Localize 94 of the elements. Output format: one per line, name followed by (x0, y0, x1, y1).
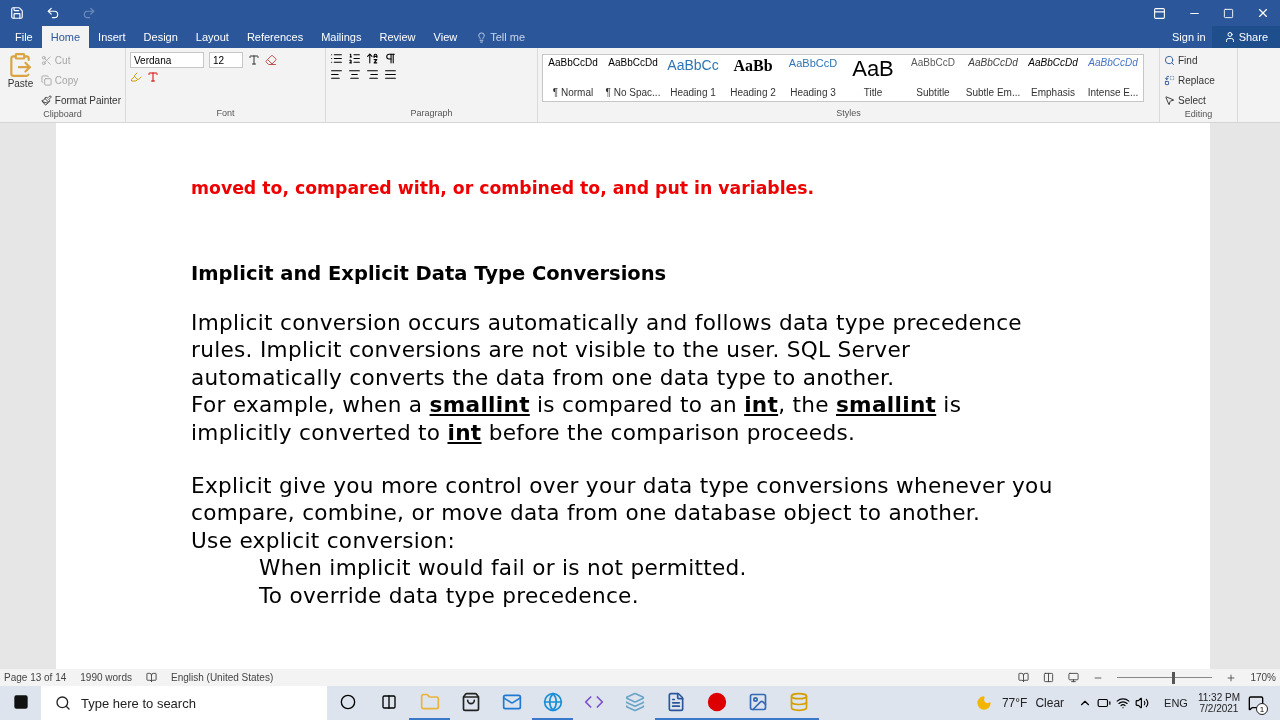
weather-text[interactable]: Clear (1035, 696, 1065, 710)
find-button[interactable]: Find (1164, 52, 1215, 69)
document-heading: Implicit and Explicit Data Type Conversions (191, 262, 667, 285)
ribbon-tab[interactable]: Insert (89, 26, 135, 48)
align-center-icon[interactable] (348, 68, 361, 81)
ribbon-tab[interactable]: Layout (186, 26, 238, 48)
group-label: Paragraph (409, 108, 454, 120)
style-item[interactable]: AaBbCcDd Emphasis (1023, 55, 1083, 101)
language-indicator[interactable]: English (United States) (171, 672, 274, 683)
restore-icon[interactable] (1223, 7, 1234, 19)
pilcrow-icon[interactable] (384, 52, 397, 65)
search-icon (1164, 55, 1175, 66)
paintbrush-icon (40, 95, 52, 106)
text-line: compare, combine, or move data from one database object to another. (191, 499, 981, 527)
clipboard-button[interactable]: Format Painter (40, 92, 121, 109)
record-icon[interactable] (706, 692, 727, 712)
scissors-icon (40, 55, 52, 66)
pointer-icon (1164, 95, 1175, 106)
bag-icon[interactable] (460, 692, 481, 712)
text-line: rules. Implicit conversions are not visible to the user. SQL Server (191, 336, 911, 364)
sign-in-link[interactable]: Sign in (1166, 26, 1212, 48)
close-icon[interactable] (1256, 6, 1270, 20)
align-right-icon[interactable] (366, 68, 379, 81)
style-item[interactable]: AaBb Heading 2 (723, 55, 783, 101)
notification-count: 1 (1256, 703, 1268, 715)
numbering-icon[interactable] (348, 52, 361, 65)
ribbon-display-icon[interactable] (1153, 6, 1166, 20)
text-line: implicitly converted to int before the comparison proceeds. (191, 418, 856, 447)
font-size-field[interactable]: 12 (209, 52, 243, 68)
zoom-level[interactable]: 170% (1250, 672, 1276, 683)
word-count[interactable]: 1990 words (80, 672, 132, 683)
group-label: Styles (835, 108, 862, 120)
ribbon-tab[interactable]: Review (370, 26, 425, 48)
clock-date[interactable]: 7/2/2021 (1199, 703, 1239, 714)
person-icon (1223, 31, 1236, 43)
text-line: To override data type precedence. (259, 581, 639, 610)
notifications-icon[interactable] (1248, 695, 1264, 711)
group-label: Font (215, 108, 236, 120)
ribbon-tab[interactable]: File (6, 26, 42, 48)
font-color-icon[interactable] (147, 71, 159, 83)
style-item[interactable]: AaBbCcDd ¶ No Spac... (603, 55, 663, 101)
clock-time[interactable]: 11:32 PM (1197, 692, 1240, 703)
grow-font-icon[interactable] (248, 54, 260, 66)
style-item[interactable]: AaBbCcD Heading 3 (783, 55, 843, 101)
lightbulb-icon (476, 31, 488, 43)
ribbon-tab[interactable]: Design (134, 26, 187, 48)
style-item[interactable]: AaBbCcDd ¶ Normal (543, 55, 603, 101)
undo-icon[interactable] (46, 6, 60, 20)
save-icon[interactable] (10, 6, 24, 20)
align-left-icon[interactable] (330, 68, 343, 81)
text-line: automatically converts the data from one data type to another. (191, 363, 895, 392)
replace-icon (1164, 75, 1175, 86)
style-item[interactable]: AaBbCc Heading 1 (663, 55, 723, 101)
group-label: Editing (1183, 109, 1214, 121)
text-line: When implicit would fail or is not permitted. (259, 554, 747, 582)
sort-icon[interactable] (366, 52, 379, 65)
share-button[interactable]: Share (1211, 26, 1280, 48)
wifi-icon[interactable] (1116, 696, 1131, 710)
zoom-in-icon[interactable] (1226, 672, 1237, 683)
group-label: Clipboard (42, 109, 83, 121)
paragraph-text: moved to, compared with, or combined to, and put in variables. (191, 178, 815, 198)
search-icon (55, 695, 71, 711)
ribbon-tab[interactable]: View (424, 26, 467, 48)
zoom-thumb[interactable] (1171, 671, 1175, 684)
temperature[interactable]: 77°F (1001, 696, 1028, 710)
replace-button[interactable]: Replace (1164, 72, 1215, 89)
taskbar-search-field[interactable]: Type here to search (41, 686, 327, 720)
justify-icon[interactable] (384, 68, 397, 81)
tell-me-field[interactable]: Tell me (476, 26, 526, 48)
ribbon-tab[interactable]: References (237, 26, 313, 48)
text-line: Implicit conversion occurs automatically and follows data type precedence (191, 309, 1022, 337)
paste-button[interactable]: Paste (4, 52, 37, 109)
text-line: Use explicit conversion: (191, 526, 456, 555)
globe-icon[interactable] (542, 692, 563, 712)
input-language[interactable]: ENG (1164, 697, 1188, 709)
font-name-field[interactable]: Verdana (130, 52, 204, 68)
style-item[interactable]: AaB Title (843, 55, 903, 101)
style-item[interactable]: AaBbCcDd Intense E... (1083, 55, 1143, 101)
ribbon-tab[interactable]: Mailings (312, 26, 371, 48)
style-item[interactable]: AaBbCcD Subtitle (903, 55, 963, 101)
image-icon[interactable] (747, 692, 768, 712)
speaker-icon[interactable] (1135, 696, 1150, 710)
page-count[interactable]: Page 13 of 14 (4, 672, 67, 683)
text-line: For example, when a smallint is compared to an int, the smallint is (191, 391, 962, 419)
mail-icon[interactable] (501, 692, 522, 712)
text-line: Explicit give you more control over your data type conversions whenever you (191, 472, 1053, 500)
clipboard-icon (7, 52, 34, 78)
ribbon-tab[interactable]: Home (41, 26, 90, 48)
select-button[interactable]: Select (1164, 92, 1215, 109)
bullets-icon[interactable] (330, 52, 343, 65)
copy-icon (40, 75, 52, 86)
eraser-icon[interactable] (265, 54, 277, 66)
battery-icon[interactable] (1097, 696, 1112, 710)
style-item[interactable]: AaBbCcDd Subtle Em... (963, 55, 1023, 101)
